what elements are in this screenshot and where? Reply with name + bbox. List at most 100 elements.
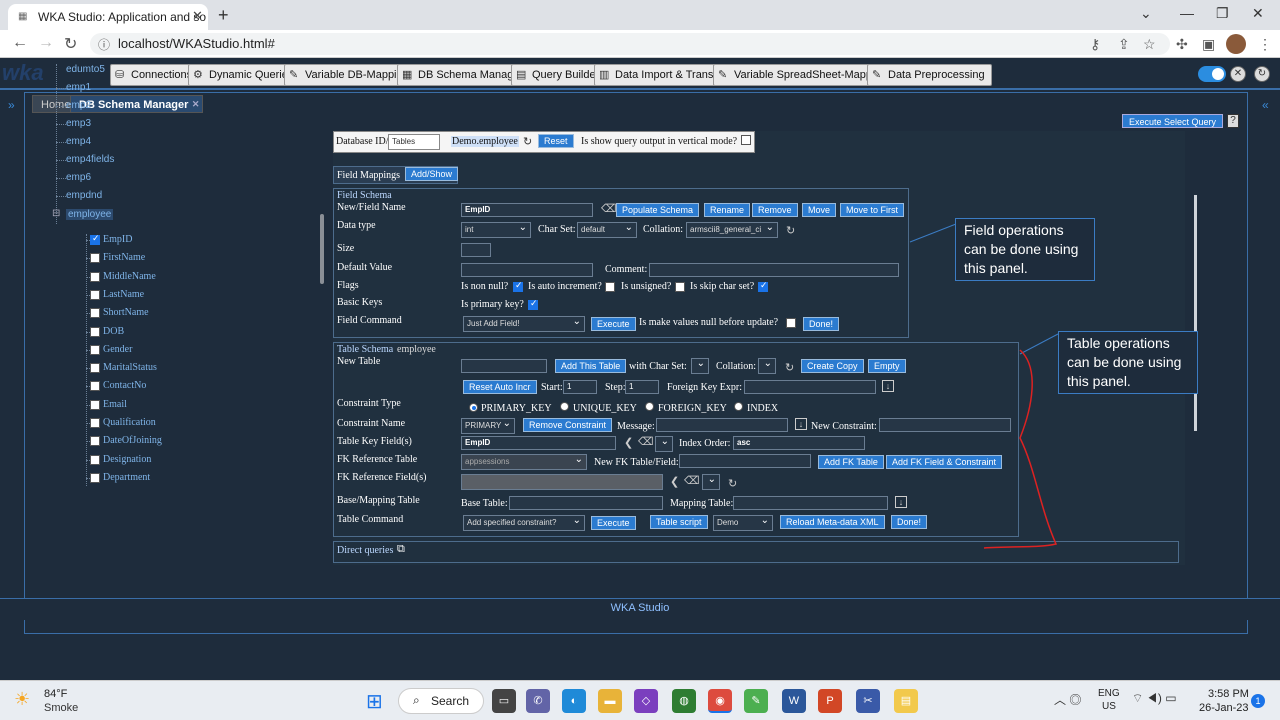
language-code[interactable]: ENG xyxy=(1098,688,1120,699)
clear-icon[interactable]: ⌫ xyxy=(684,474,700,487)
db-select[interactable]: Demo xyxy=(713,515,773,531)
constraint-name-select[interactable]: PRIMARY xyxy=(461,418,515,434)
bookmark-star-icon[interactable]: ☆ xyxy=(1143,36,1156,53)
field-checkbox[interactable] xyxy=(90,289,100,300)
field-command-select[interactable]: Just Add Field! xyxy=(463,316,585,332)
file-explorer-icon[interactable]: ▬ xyxy=(598,689,622,713)
is-non-null-checkbox[interactable] xyxy=(513,280,523,292)
create-copy-button[interactable]: Create Copy xyxy=(801,359,864,373)
fk-reference-fields-input[interactable] xyxy=(461,474,663,490)
radio-primary-key[interactable] xyxy=(469,403,478,412)
field-checkbox[interactable] xyxy=(90,308,100,319)
share-icon[interactable]: ⇪ xyxy=(1118,36,1130,53)
move-to-first-button[interactable]: Move to First xyxy=(840,203,905,217)
field-checkbox[interactable] xyxy=(90,381,100,392)
refresh-icon[interactable]: ↻ xyxy=(786,224,795,237)
word-icon[interactable]: W xyxy=(782,689,806,713)
help-icon[interactable]: ? xyxy=(1227,114,1239,128)
collation-select[interactable]: armscii8_general_ci xyxy=(686,222,778,238)
chrome-icon[interactable]: ◉ xyxy=(708,689,732,713)
field-checkbox[interactable] xyxy=(90,271,100,282)
external-link-icon[interactable]: ⧉ xyxy=(397,543,405,556)
clock-date[interactable]: 26-Jan-23 xyxy=(1199,702,1249,714)
reload-metadata-button[interactable]: Reload Meta-data XML xyxy=(780,515,885,529)
windows-start-icon[interactable]: ⊞ xyxy=(366,689,383,714)
field-checkbox[interactable] xyxy=(90,399,100,410)
refresh-icon[interactable]: ↻ xyxy=(785,361,794,374)
is-primary-key-checkbox[interactable] xyxy=(528,298,538,310)
char-set-select[interactable]: default xyxy=(577,222,637,238)
refresh-icon[interactable]: ↻ xyxy=(728,477,737,490)
tree-scrollbar[interactable] xyxy=(320,214,324,284)
back-circle-icon[interactable]: ❮ xyxy=(670,475,679,488)
app-editor-icon[interactable]: ✎ xyxy=(744,689,768,713)
panel-scrollbar[interactable] xyxy=(1194,195,1197,431)
key-icon[interactable]: ⚷ xyxy=(1090,36,1100,53)
move-button[interactable]: Move xyxy=(802,203,837,217)
tree-node-field[interactable]: Designation xyxy=(103,454,151,465)
taskbar-search[interactable]: ⌕ Search xyxy=(398,688,484,714)
clear-icon[interactable]: ⌫ xyxy=(601,202,617,215)
app-hs-icon[interactable]: ◍ xyxy=(672,689,696,713)
add-fk-table-button[interactable]: Add FK Table xyxy=(818,455,884,469)
language-region[interactable]: US xyxy=(1102,701,1116,712)
notification-badge[interactable]: 1 xyxy=(1251,694,1265,708)
download-icon[interactable]: ↓ xyxy=(795,418,807,430)
edge-icon[interactable]: ◐ xyxy=(562,689,586,713)
base-table-input[interactable] xyxy=(509,496,663,510)
table-execute-button[interactable]: Execute xyxy=(591,516,636,530)
theme-toggle[interactable] xyxy=(1198,66,1226,82)
radio-unique-key[interactable] xyxy=(560,402,569,411)
default-value-input[interactable] xyxy=(461,263,593,277)
field-checkbox[interactable] xyxy=(90,363,100,374)
extensions-icon[interactable]: ✣ xyxy=(1176,36,1188,53)
refresh-icon[interactable]: ↻ xyxy=(523,135,532,148)
comment-input[interactable] xyxy=(649,263,899,277)
field-checkbox[interactable] xyxy=(90,326,100,337)
table-done-button[interactable]: Done! xyxy=(891,515,928,529)
chevron-down-icon[interactable]: ⌄ xyxy=(1140,5,1152,22)
direct-queries-label[interactable]: Direct queries xyxy=(337,545,393,556)
rename-button[interactable]: Rename xyxy=(704,203,751,217)
app-snip-icon[interactable]: ✂ xyxy=(856,689,880,713)
minimize-icon[interactable]: — xyxy=(1180,5,1194,21)
table-command-select[interactable]: Add specified constraint? xyxy=(463,515,585,531)
is-unsigned-checkbox[interactable] xyxy=(675,282,685,292)
start-input[interactable]: 1 xyxy=(563,380,597,394)
is-skip-char-set-checkbox[interactable] xyxy=(758,280,768,292)
execute-select-query-button[interactable]: Execute Select Query xyxy=(1122,114,1224,128)
key-fields-select[interactable] xyxy=(655,436,673,452)
table-script-button[interactable]: Table script xyxy=(650,515,708,529)
reset-button[interactable]: Reset xyxy=(538,134,574,148)
menu-data-preprocessing[interactable]: ✎ Data Preprocessing xyxy=(867,64,992,86)
tree-node-field[interactable]: Qualification xyxy=(103,417,156,428)
menu-query-builder[interactable]: ▤ Query Builder xyxy=(511,64,607,86)
is-auto-increment-checkbox[interactable] xyxy=(605,282,615,292)
database-id-select[interactable]: Tables xyxy=(388,134,440,150)
system-tray-icons[interactable]: ︿ ◎ xyxy=(1054,691,1081,708)
fk-expr-input[interactable] xyxy=(744,380,876,394)
teams-icon[interactable]: ✆ xyxy=(526,689,550,713)
clock-time[interactable]: 3:58 PM xyxy=(1208,688,1249,700)
tree-node-field[interactable]: DateOfJoining xyxy=(103,435,162,446)
sidepanel-icon[interactable]: ▣ xyxy=(1202,36,1215,53)
close-circle-icon[interactable]: ✕ xyxy=(1230,66,1246,82)
field-execute-button[interactable]: Execute xyxy=(591,317,636,331)
field-name-input[interactable]: EmpID xyxy=(461,203,593,217)
maximize-icon[interactable]: ❐ xyxy=(1216,5,1229,22)
mapping-table-input[interactable] xyxy=(733,496,888,510)
make-null-checkbox[interactable] xyxy=(786,318,796,328)
tree-node-field[interactable]: Email xyxy=(103,399,127,410)
menu-dots-icon[interactable]: ⋮ xyxy=(1258,36,1272,53)
field-checkbox[interactable] xyxy=(90,233,100,245)
tree-node-field[interactable]: MaritalStatus xyxy=(103,362,157,373)
radio-index[interactable] xyxy=(734,402,743,411)
table-collation-select[interactable] xyxy=(758,358,776,374)
refresh-circle-icon[interactable]: ↻ xyxy=(1254,66,1270,82)
size-input[interactable] xyxy=(461,243,491,257)
add-this-table-button[interactable]: Add This Table xyxy=(555,359,627,373)
download-icon[interactable]: ↓ xyxy=(895,496,907,508)
task-view-icon[interactable]: ▭ xyxy=(492,689,516,713)
key-fields-input[interactable]: EmpID xyxy=(461,436,616,450)
field-checkbox[interactable] xyxy=(90,472,100,483)
